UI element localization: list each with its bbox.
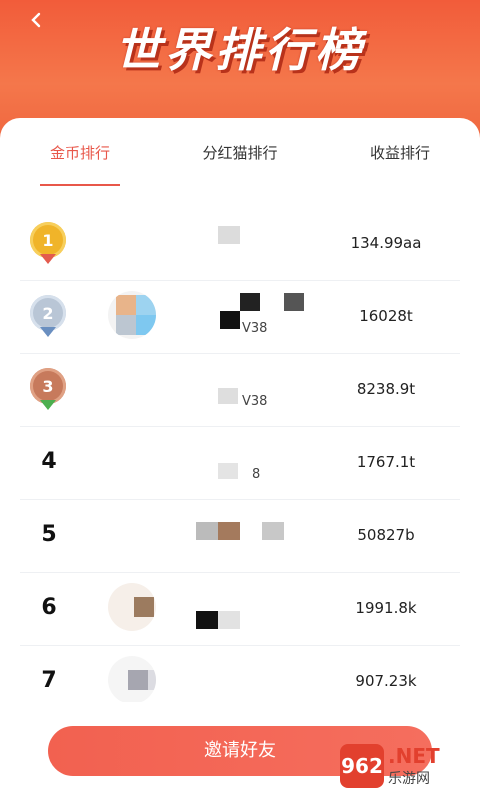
score-value: 16028t	[359, 307, 413, 325]
score-value: 1767.1t	[356, 453, 416, 471]
gold-medal-icon: 1	[28, 222, 68, 264]
medal-disc: 1	[30, 222, 66, 258]
user-level: V38	[242, 321, 268, 336]
score-value: 50827b	[357, 526, 415, 544]
avatar	[108, 583, 156, 631]
user-name-obscured	[160, 439, 310, 479]
watermark-site: 乐游网	[388, 771, 430, 787]
site-watermark-logo: 962 .NET 乐游网	[340, 744, 470, 788]
silver-medal-icon: 2	[28, 295, 68, 337]
user-name-obscured	[160, 293, 310, 329]
medal-ribbon	[40, 254, 56, 264]
user-name-obscured	[160, 512, 310, 540]
avatar	[108, 291, 156, 339]
table-row[interactable]: 4 8 1767.1t	[20, 427, 460, 500]
page-title: 世界排行榜	[115, 23, 365, 77]
medal-disc: 2	[30, 295, 66, 331]
table-row[interactable]: 2 V38 16028t	[20, 281, 460, 354]
tab-label: 收益排行	[369, 144, 430, 162]
footer: 邀请好友 962 .NET 乐游网	[0, 702, 480, 800]
table-row[interactable]: 5 50827b	[20, 500, 460, 573]
tab-label: 金币排行	[49, 144, 110, 162]
score-value: 8238.9t	[356, 380, 416, 398]
tab-dividend-cat-ranking[interactable]: 分红猫排行	[190, 142, 290, 182]
table-row[interactable]: 6 1991.8k	[20, 573, 460, 646]
tab-earnings-ranking[interactable]: 收益排行	[360, 142, 440, 182]
watermark-badge: 962	[340, 744, 384, 788]
watermark-net: .NET	[388, 744, 440, 768]
user-level: 8	[252, 467, 261, 482]
rank-number: 7	[41, 668, 57, 693]
medal-ribbon	[40, 327, 56, 337]
tab-label: 分红猫排行	[202, 144, 278, 162]
leaderboard-card: 金币排行 分红猫排行 收益排行 1 134.99aa 2 V38 16028t …	[0, 118, 480, 800]
rank-number: 6	[41, 595, 57, 620]
user-name-obscured	[160, 220, 310, 244]
medal-ribbon	[40, 400, 56, 410]
score-value: 907.23k	[355, 672, 417, 690]
table-row[interactable]: 3 V38 8238.9t	[20, 354, 460, 427]
user-name-obscured	[160, 366, 310, 404]
score-value: 134.99aa	[350, 234, 422, 252]
tab-bar: 金币排行 分红猫排行 收益排行	[0, 142, 480, 186]
bronze-medal-icon: 3	[28, 368, 68, 410]
user-name-obscured	[160, 585, 310, 629]
score-value: 1991.8k	[355, 599, 417, 617]
avatar	[108, 656, 156, 704]
rank-number: 4	[41, 449, 57, 474]
medal-disc: 3	[30, 368, 66, 404]
active-tab-indicator	[40, 184, 120, 186]
tab-coin-ranking[interactable]: 金币排行	[40, 142, 120, 186]
rank-number: 5	[41, 522, 57, 547]
user-level: V38	[242, 394, 268, 409]
table-row[interactable]: 1 134.99aa	[20, 208, 460, 281]
ranking-list: 1 134.99aa 2 V38 16028t 3 V38 8238.9t 4 …	[0, 208, 480, 719]
